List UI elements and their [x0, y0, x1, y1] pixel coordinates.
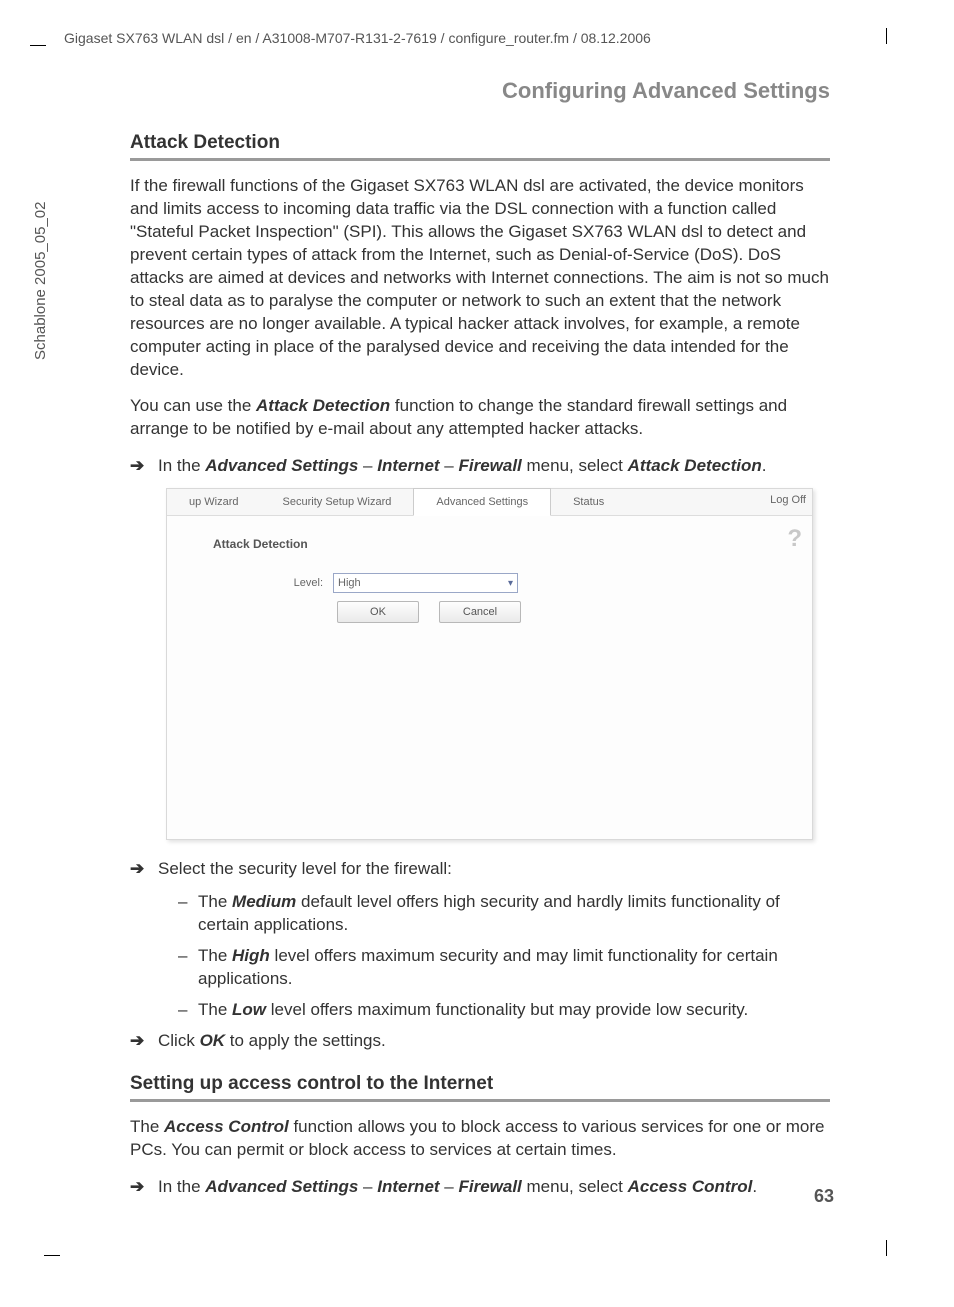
page-number: 63 — [814, 1186, 834, 1207]
tab-status[interactable]: Status — [551, 489, 626, 515]
instruction-step: ➔ Click OK to apply the settings. — [130, 1030, 830, 1053]
ok-button[interactable]: OK — [337, 601, 419, 623]
crop-mark — [44, 1255, 60, 1256]
list-item: – The Low level offers maximum functiona… — [178, 999, 830, 1022]
crop-mark — [886, 1240, 887, 1256]
text: The — [198, 892, 232, 911]
term-access-control: Access Control — [164, 1117, 289, 1136]
crop-mark — [30, 45, 46, 46]
paragraph: You can use the Attack Detection functio… — [130, 395, 830, 441]
term-attack-detection: Attack Detection — [256, 396, 390, 415]
level-select-value: High — [338, 577, 361, 589]
logoff-link[interactable]: Log Off — [770, 494, 806, 506]
menu-name: Internet — [377, 456, 439, 475]
instruction-text: Select the security level for the firewa… — [158, 858, 452, 881]
arrow-icon: ➔ — [130, 858, 158, 881]
instruction-text: In the Advanced Settings – Internet – Fi… — [158, 1176, 757, 1199]
menu-name: Firewall — [458, 456, 521, 475]
text: . — [762, 456, 767, 475]
text: The — [198, 946, 232, 965]
text: Click — [158, 1031, 200, 1050]
arrow-icon: ➔ — [130, 455, 158, 478]
level-row: Level: High ▾ — [213, 573, 518, 593]
section-rule — [130, 1099, 830, 1102]
paragraph: The Access Control function allows you t… — [130, 1116, 830, 1162]
level-select[interactable]: High ▾ — [333, 573, 518, 593]
arrow-icon: ➔ — [130, 1030, 158, 1053]
text: The High level offers maximum security a… — [198, 945, 830, 991]
cancel-button[interactable]: Cancel — [439, 601, 521, 623]
paragraph: If the firewall functions of the Gigaset… — [130, 175, 830, 381]
text: In the — [158, 456, 205, 475]
level-label: Level: — [213, 577, 333, 589]
menu-name: Advanced Settings — [205, 1177, 358, 1196]
text: The Medium default level offers high sec… — [198, 891, 830, 937]
text: – — [358, 1177, 377, 1196]
page-content: Configuring Advanced Settings Attack Det… — [130, 78, 830, 1209]
text: . — [752, 1177, 757, 1196]
level-name: Low — [232, 1000, 266, 1019]
tab-setup-wizard[interactable]: up Wizard — [167, 489, 261, 515]
crop-mark — [886, 28, 887, 44]
level-name: High — [232, 946, 270, 965]
text: The — [198, 1000, 232, 1019]
text: The — [130, 1117, 164, 1136]
button-name: OK — [200, 1031, 226, 1050]
text: menu, select — [522, 456, 628, 475]
section-title-access-control: Setting up access control to the Interne… — [130, 1073, 830, 1095]
menu-name: Advanced Settings — [205, 456, 358, 475]
instruction-text: In the Advanced Settings – Internet – Fi… — [158, 455, 766, 478]
level-name: Medium — [232, 892, 296, 911]
tab-advanced-settings[interactable]: Advanced Settings — [413, 488, 551, 516]
text: level offers maximum functionality but m… — [266, 1000, 748, 1019]
arrow-icon: ➔ — [130, 1176, 158, 1199]
text: menu, select — [522, 1177, 628, 1196]
tab-bar: up Wizard Security Setup Wizard Advanced… — [167, 489, 812, 516]
dash-icon: – — [178, 945, 198, 991]
text: to apply the settings. — [225, 1031, 386, 1050]
text: – — [440, 1177, 459, 1196]
tab-security-setup-wizard[interactable]: Security Setup Wizard — [261, 489, 414, 515]
level-options-list: – The Medium default level offers high s… — [178, 891, 830, 1022]
menu-name: Access Control — [628, 1177, 753, 1196]
menu-name: Attack Detection — [628, 456, 762, 475]
text: In the — [158, 1177, 205, 1196]
text: The Low level offers maximum functionali… — [198, 999, 748, 1022]
router-ui-screenshot: up Wizard Security Setup Wizard Advanced… — [166, 488, 813, 840]
instruction-text: Click OK to apply the settings. — [158, 1030, 386, 1053]
dash-icon: – — [178, 891, 198, 937]
breadcrumb: Configuring Advanced Settings — [130, 78, 830, 104]
text: – — [358, 456, 377, 475]
template-stamp: Schablone 2005_05_02 — [32, 202, 49, 360]
header-path: Gigaset SX763 WLAN dsl / en / A31008-M70… — [64, 30, 651, 46]
panel-title: Attack Detection — [213, 537, 308, 551]
button-row: OK Cancel — [337, 601, 521, 623]
help-icon[interactable]: ? — [787, 525, 802, 553]
section-rule — [130, 158, 830, 161]
section-title-attack-detection: Attack Detection — [130, 132, 830, 154]
instruction-step: ➔ In the Advanced Settings – Internet – … — [130, 455, 830, 478]
list-item: – The Medium default level offers high s… — [178, 891, 830, 937]
text: – — [440, 456, 459, 475]
list-item: – The High level offers maximum security… — [178, 945, 830, 991]
chevron-down-icon: ▾ — [508, 578, 513, 589]
instruction-step: ➔ Select the security level for the fire… — [130, 858, 830, 881]
instruction-step: ➔ In the Advanced Settings – Internet – … — [130, 1176, 830, 1199]
text: You can use the — [130, 396, 256, 415]
menu-name: Firewall — [458, 1177, 521, 1196]
dash-icon: – — [178, 999, 198, 1022]
text: level offers maximum security and may li… — [198, 946, 778, 988]
menu-name: Internet — [377, 1177, 439, 1196]
